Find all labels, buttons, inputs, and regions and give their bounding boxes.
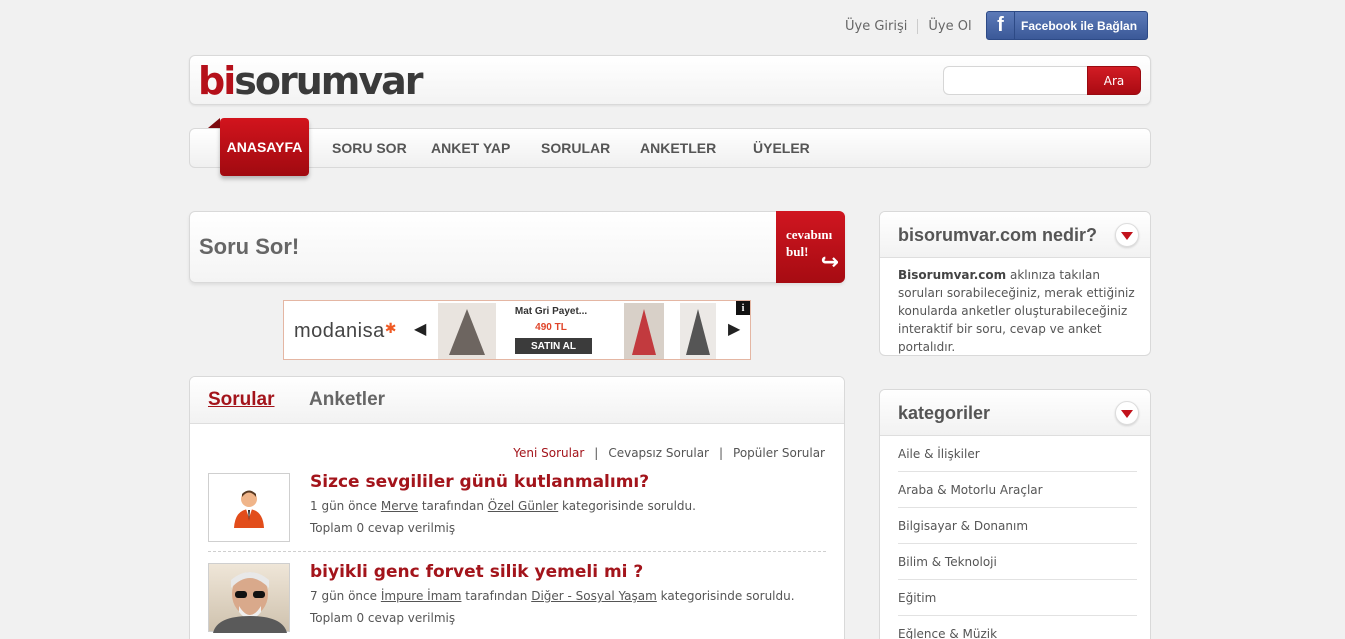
question-title[interactable]: Sizce sevgililer günü kutlanmalımı? [310, 472, 649, 492]
question-meta: 7 gün önce İmpure İmam tarafından Diğer … [310, 589, 795, 603]
answer-count: Toplam 0 cevap verilmiş [310, 611, 456, 625]
collapse-toggle-button[interactable] [1115, 223, 1139, 247]
ad-product-price: 490 TL [535, 322, 567, 333]
facebook-connect-label: Facebook ile Bağlan [1021, 18, 1138, 33]
nav-item-anketler[interactable]: ANKETLER [640, 129, 716, 167]
question-category-link[interactable]: Diğer - Sosyal Yaşam [531, 589, 657, 603]
category-item[interactable]: Araba & Motorlu Araçlar [898, 472, 1137, 508]
avatar[interactable] [208, 473, 290, 542]
questions-tabs: Sorular Anketler [190, 377, 844, 424]
register-link[interactable]: Üye Ol [918, 19, 981, 34]
chevron-down-icon [1121, 232, 1133, 240]
questions-panel: Sorular Anketler Yeni Sorular | Cevapsız… [189, 376, 845, 639]
tab-sorular[interactable]: Sorular [208, 389, 275, 411]
ad-info-icon[interactable]: i [736, 301, 750, 315]
filter-popular-questions[interactable]: Popüler Sorular [723, 446, 825, 460]
categories-title: kategoriler [898, 403, 991, 423]
filter-unanswered-questions[interactable]: Cevapsız Sorular [598, 446, 719, 460]
header-bar: bisorumvar Ara [189, 55, 1151, 105]
ask-question-box[interactable]: Soru Sor! cevabını bul! ↪ [189, 211, 845, 283]
chevron-down-icon [1121, 410, 1133, 418]
tab-anketler[interactable]: Anketler [309, 389, 385, 411]
categories-box: kategoriler Aile & İlişkiler Araba & Mot… [879, 389, 1151, 639]
ad-banner[interactable]: modanisa✱ ◀ Mat Gri Payet... 490 TL SATI… [283, 300, 751, 360]
ad-product-image[interactable] [624, 303, 664, 359]
top-links: Üye Girişi Üye Ol [845, 11, 982, 41]
question-meta: 1 gün önce Merve tarafından Özel Günler … [310, 499, 696, 513]
nav-item-uyeler[interactable]: ÜYELER [753, 129, 810, 167]
collapse-toggle-button[interactable] [1115, 401, 1139, 425]
ad-next-arrow-icon[interactable]: ▶ [728, 319, 740, 338]
category-item[interactable]: Aile & İlişkiler [898, 436, 1137, 472]
category-item[interactable]: Eğitim [898, 580, 1137, 616]
answer-count: Toplam 0 cevap verilmiş [310, 521, 456, 535]
find-answer-button[interactable]: cevabını bul! ↪ [776, 211, 845, 283]
user-avatar-icon [234, 490, 264, 528]
about-text: Bisorumvar.com aklınıza takılan soruları… [898, 268, 1135, 354]
question-filters: Yeni Sorular | Cevapsız Sorular | Popüle… [503, 446, 825, 460]
user-photo [213, 572, 287, 633]
about-title: bisorumvar.com nedir? [898, 225, 1098, 245]
divider [208, 551, 826, 552]
category-item[interactable]: Bilim & Teknoloji [898, 544, 1137, 580]
category-item[interactable]: Bilgisayar & Donanım [898, 508, 1137, 544]
facebook-connect-button[interactable]: f Facebook ile Bağlan [986, 11, 1148, 40]
about-box-header: bisorumvar.com nedir? [880, 212, 1150, 258]
ad-prev-arrow-icon[interactable]: ◀ [414, 319, 426, 338]
avatar[interactable] [208, 563, 290, 633]
nav-item-anasayfa[interactable]: ANASAYFA [208, 118, 309, 176]
facebook-icon: f [987, 12, 1015, 39]
filter-new-questions[interactable]: Yeni Sorular [503, 446, 594, 460]
ad-brand-logo[interactable]: modanisa✱ [294, 320, 397, 343]
main-nav: SORU SOR ANKET YAP SORULAR ANKETLER ÜYEL… [189, 128, 1151, 168]
login-link[interactable]: Üye Girişi [845, 18, 919, 34]
site-logo[interactable]: bisorumvar [198, 58, 424, 104]
question-category-link[interactable]: Özel Günler [488, 499, 558, 513]
nav-item-anket-yap[interactable]: ANKET YAP [431, 129, 510, 167]
ad-product-image[interactable] [680, 303, 716, 359]
nav-item-soru-sor[interactable]: SORU SOR [332, 129, 407, 167]
ad-product-name[interactable]: Mat Gri Payet... [506, 306, 596, 317]
categories-box-header: kategoriler [880, 390, 1150, 436]
ask-title: Soru Sor! [199, 234, 300, 259]
category-list: Aile & İlişkiler Araba & Motorlu Araçlar… [880, 436, 1150, 639]
curved-arrow-icon: ↪ [820, 250, 839, 275]
search-input[interactable] [943, 66, 1088, 95]
ad-buy-button[interactable]: SATIN AL [515, 338, 592, 354]
question-author-link[interactable]: Merve [381, 499, 418, 513]
question-title[interactable]: biyikli genc forvet silik yemeli mi ? [310, 562, 643, 582]
question-author-link[interactable]: İmpure İmam [381, 589, 462, 603]
search-button[interactable]: Ara [1087, 66, 1141, 95]
about-box: bisorumvar.com nedir? Bisorumvar.com akl… [879, 211, 1151, 356]
ad-product-image[interactable] [438, 303, 496, 359]
nav-item-sorular[interactable]: SORULAR [541, 129, 610, 167]
category-item[interactable]: Eğlence & Müzik [898, 616, 1137, 639]
